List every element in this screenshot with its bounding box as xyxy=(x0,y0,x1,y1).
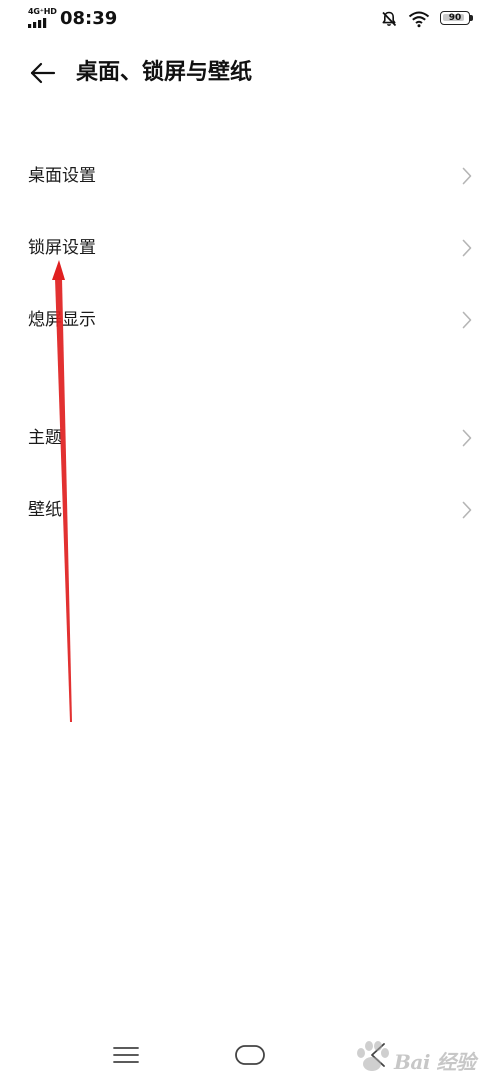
watermark-text: Bai 经验 xyxy=(394,1050,476,1074)
page-title: 桌面、锁屏与壁纸 xyxy=(76,60,253,85)
watermark: Bai 经验 xyxy=(352,1038,492,1074)
settings-item-desktop[interactable]: 桌面设置 xyxy=(0,140,500,212)
paw-logo-icon xyxy=(357,1041,389,1071)
status-icons: 90 xyxy=(380,9,474,29)
home-icon xyxy=(235,1045,265,1065)
wifi-icon xyxy=(408,11,430,28)
chevron-right-icon xyxy=(462,311,472,329)
settings-item-label: 壁纸 xyxy=(28,500,62,520)
settings-item-wallpaper[interactable]: 壁纸 xyxy=(0,474,500,546)
settings-item-label: 锁屏设置 xyxy=(28,238,96,258)
settings-item-label: 熄屏显示 xyxy=(28,310,96,330)
silent-bell-icon xyxy=(382,11,397,27)
status-time: 08:39 xyxy=(60,8,118,29)
chevron-right-icon xyxy=(462,501,472,519)
menu-button[interactable] xyxy=(106,1040,146,1070)
settings-item-always-on-display[interactable]: 熄屏显示 xyxy=(0,284,500,356)
menu-icon xyxy=(113,1047,139,1063)
chevron-right-icon xyxy=(462,239,472,257)
settings-item-label: 桌面设置 xyxy=(28,166,96,186)
battery-icon: 90 xyxy=(440,11,474,27)
header: 桌面、锁屏与壁纸 xyxy=(0,50,500,96)
battery-level: 90 xyxy=(448,13,462,23)
signal-bars-icon xyxy=(28,18,47,28)
back-button[interactable] xyxy=(26,58,60,88)
network-type-label: 4G⁺HD xyxy=(28,7,57,16)
chevron-right-icon xyxy=(462,167,472,185)
chevron-right-icon xyxy=(462,429,472,447)
battery-cap xyxy=(470,15,473,21)
signal-icon: 4G⁺HD xyxy=(28,7,57,30)
settings-item-theme[interactable]: 主题 xyxy=(0,402,500,474)
home-button[interactable] xyxy=(230,1040,270,1070)
settings-item-lockscreen[interactable]: 锁屏设置 xyxy=(0,212,500,284)
settings-item-label: 主题 xyxy=(28,428,62,448)
back-arrow-icon xyxy=(30,62,56,84)
status-bar: 4G⁺HD 08:39 90 xyxy=(0,0,500,40)
